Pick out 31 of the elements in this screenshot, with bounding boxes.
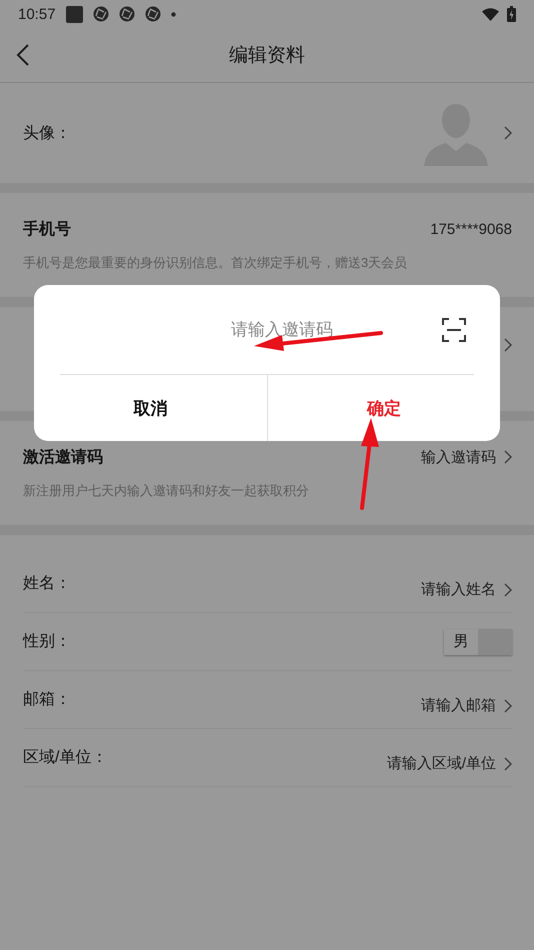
field-value[interactable]: 请输入姓名 [421, 580, 496, 599]
aperture-icon [92, 6, 109, 22]
section-title: 激活邀请码 [23, 448, 103, 468]
cancel-button[interactable]: 取消 [34, 375, 266, 441]
section-title: 手机号 [23, 219, 71, 240]
section-description: 手机号是您最重要的身份识别信息。首次绑定手机号，赠送3天会员 [23, 254, 408, 272]
invite-code-field[interactable]: 请输入邀请码 [90, 318, 474, 340]
clock: 10:57 [18, 6, 56, 22]
field-label: 性别： [23, 632, 71, 652]
field-label: 姓名： [23, 574, 71, 594]
dot-icon [170, 12, 176, 16]
battery-icon [507, 6, 516, 22]
section-description: 新注册用户七天内输入邀请码和好友一起获取积分 [23, 482, 310, 500]
section-value[interactable]: 175****9068 [430, 220, 512, 238]
gender-toggle[interactable]: 男 [444, 628, 512, 654]
chevron-icon [504, 698, 512, 712]
scan-button[interactable] [442, 318, 466, 345]
section-value[interactable]: 输入邀请码 [421, 448, 496, 466]
chevron-icon [504, 126, 512, 140]
field-value[interactable]: 请输入邮箱 [421, 696, 496, 715]
aperture-icon [144, 6, 161, 22]
field-label: 区域/单位： [23, 748, 108, 768]
field-value[interactable]: 请输入区域/单位 [386, 754, 496, 773]
wifi-icon [482, 8, 499, 20]
aperture-icon [118, 6, 135, 22]
chevron-icon [504, 582, 512, 596]
notification-icon [66, 6, 83, 22]
page-title: 编辑资料 [229, 44, 305, 68]
field-label: 邮箱： [23, 690, 71, 710]
chevron-icon [504, 756, 512, 770]
avatar-label: 头像： [23, 124, 71, 144]
